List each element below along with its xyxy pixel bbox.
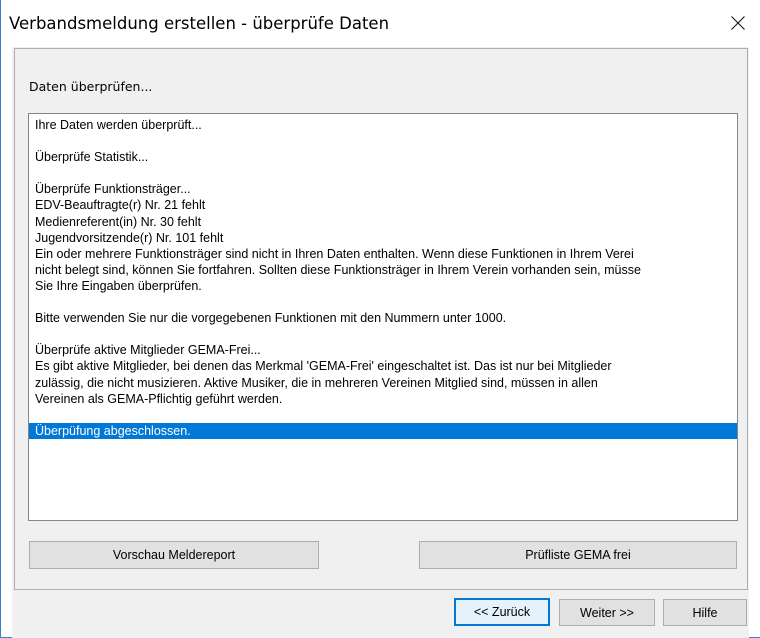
log-line[interactable]: Überprüfe aktive Mitglieder GEMA-Frei... xyxy=(29,342,737,358)
back-label: << Zurück xyxy=(473,605,531,619)
window-title: Verbandsmeldung erstellen - überprüfe Da… xyxy=(9,14,390,33)
log-line[interactable]: Überprüfe Funktionsträger... xyxy=(29,181,737,197)
preview-report-button[interactable]: Vorschau Meldereport xyxy=(29,541,319,569)
log-line[interactable]: EDV-Beauftragte(r) Nr. 21 fehlt xyxy=(29,197,737,213)
next-label: Weiter >> xyxy=(580,605,634,620)
group-caption: Daten überprüfen... xyxy=(29,79,153,94)
gema-check-list-button[interactable]: Prüfliste GEMA frei xyxy=(419,541,737,569)
back-button[interactable]: << Zurück xyxy=(454,598,550,626)
close-icon xyxy=(731,16,745,30)
log-line[interactable] xyxy=(29,407,737,423)
log-line[interactable]: Vereinen als GEMA-Pflichtig geführt werd… xyxy=(29,391,737,407)
log-line[interactable]: Es gibt aktive Mitglieder, bei denen das… xyxy=(29,358,737,374)
log-line[interactable]: Bitte verwenden Sie nur die vorgegebenen… xyxy=(29,310,737,326)
next-button[interactable]: Weiter >> xyxy=(559,599,655,626)
check-log-list[interactable]: Ihre Daten werden überprüft... Überprüfe … xyxy=(28,113,738,521)
log-lines: Ihre Daten werden überprüft... Überprüfe … xyxy=(29,117,737,439)
log-line[interactable] xyxy=(29,326,737,342)
dialog-window: Verbandsmeldung erstellen - überprüfe Da… xyxy=(0,0,760,638)
log-line[interactable]: zulässig, die nicht musizieren. Aktive M… xyxy=(29,375,737,391)
log-line[interactable]: Ein oder mehrere Funktionsträger sind ni… xyxy=(29,246,737,262)
log-line[interactable]: Sie Ihre Eingaben überprüfen. xyxy=(29,278,737,294)
log-line[interactable] xyxy=(29,133,737,149)
title-bar[interactable]: Verbandsmeldung erstellen - überprüfe Da… xyxy=(1,0,760,46)
log-line[interactable] xyxy=(29,294,737,310)
log-line[interactable]: Jugendvorsitzende(r) Nr. 101 fehlt xyxy=(29,230,737,246)
log-line[interactable]: Überprüfe Statistik... xyxy=(29,149,737,165)
gema-check-list-label: Prüfliste GEMA frei xyxy=(525,548,631,562)
log-line[interactable]: Überpüfung abgeschlossen. xyxy=(29,422,737,439)
log-line[interactable]: nicht belegt sind, können Sie fortfahren… xyxy=(29,262,737,278)
help-label: Hilfe xyxy=(692,605,718,620)
log-line[interactable]: Medienreferent(in) Nr. 30 fehlt xyxy=(29,214,737,230)
preview-report-label: Vorschau Meldereport xyxy=(112,548,236,562)
close-button[interactable] xyxy=(723,10,753,36)
log-line[interactable]: Ihre Daten werden überprüft... xyxy=(29,117,737,133)
help-button[interactable]: Hilfe xyxy=(663,599,747,626)
log-line[interactable] xyxy=(29,165,737,181)
